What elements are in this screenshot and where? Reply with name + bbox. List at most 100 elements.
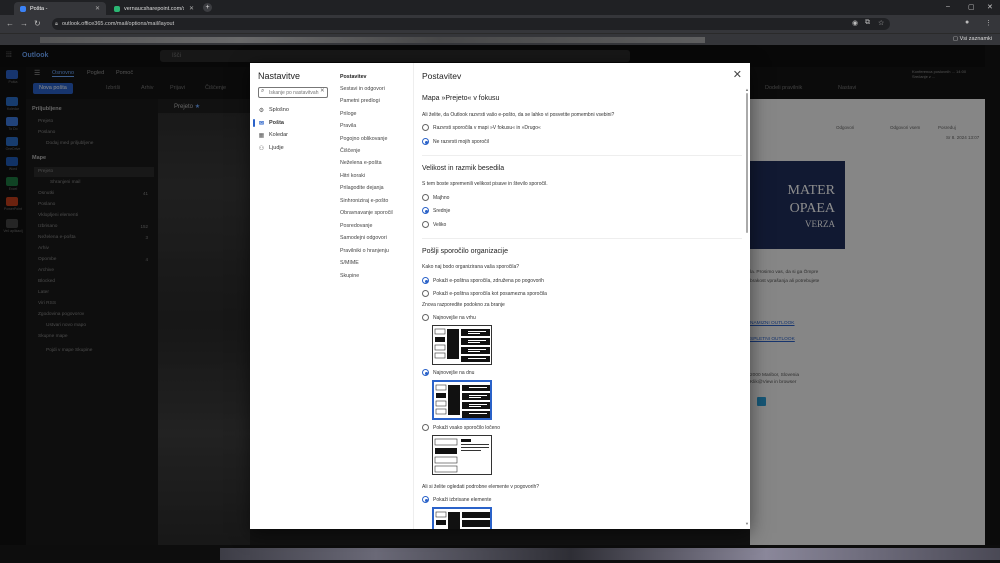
subcategory-retention[interactable]: Pravilniki o hranjenju: [340, 248, 389, 254]
reload-icon[interactable]: ↻: [34, 19, 41, 28]
divider: [422, 238, 742, 239]
newest-top-option[interactable]: Najnovejše na vrhu: [422, 314, 476, 321]
newest-bottom-preview[interactable]: [432, 380, 492, 420]
subcategory-quick-steps[interactable]: Hitri koraki: [340, 173, 365, 179]
conversation-view-option[interactable]: Pokaži e-poštna sporočila, združena po p…: [422, 277, 544, 284]
option-label: Najnovejše na dnu: [433, 369, 475, 376]
radio-button[interactable]: [422, 314, 429, 321]
close-tab-icon[interactable]: ✕: [95, 5, 100, 12]
density-heading: Velikost in razmik besedila: [422, 165, 505, 172]
radio-button[interactable]: [422, 124, 429, 131]
menu-icon[interactable]: ⋮: [985, 19, 992, 27]
subcategory-compose[interactable]: Sestavi in odgovori: [340, 86, 385, 92]
taskbar-blur: [220, 548, 1000, 560]
settings-subcategories: Postavitev Sestavi in odgovori Pametni p…: [332, 63, 414, 529]
subcategory-groups[interactable]: Skupine: [340, 273, 359, 279]
organize-heading: Pošlji sporočilo organizacije: [422, 248, 508, 255]
category-mail[interactable]: ✉ Pošta: [258, 118, 284, 128]
option-label: Pokaži vsako sporočilo ločeno: [433, 424, 500, 431]
category-general[interactable]: ⚙ Splošno: [258, 105, 289, 115]
each-message-preview[interactable]: [432, 435, 492, 475]
mail-icon: ✉: [258, 120, 265, 127]
radio-button[interactable]: [422, 290, 429, 297]
subcategory-rules[interactable]: Pravila: [340, 123, 356, 129]
category-label: Ljudje: [269, 145, 284, 151]
browser-tab-bar: Pošta - ✕ vernaucsharepoint.com/sites/IT…: [0, 0, 1000, 15]
individual-messages-option[interactable]: Pokaži e-poštna sporočila kot posamezna …: [422, 290, 547, 297]
focused-sort-option[interactable]: Razvrsti sporočila v mapi »V fokusu« in …: [422, 124, 541, 131]
option-label: Pokaži e-poštna sporočila kot posamezna …: [433, 290, 547, 297]
sharepoint-favicon-icon: [114, 5, 120, 12]
density-medium-option[interactable]: Srednje: [422, 207, 450, 214]
show-deleted-option[interactable]: Pokaži izbrisane elemente: [422, 496, 491, 503]
option-label: Ne razvrsti mojih sporočil: [433, 138, 489, 145]
radio-button[interactable]: [422, 194, 429, 201]
back-icon[interactable]: ←: [6, 19, 14, 28]
radio-button-selected[interactable]: [422, 138, 429, 145]
option-label: Najnovejše na vrhu: [433, 314, 476, 321]
details-question: Ali si želite ogledati podrobne elemente…: [422, 484, 540, 490]
star-icon[interactable]: ☆: [878, 19, 884, 27]
search-icon: ⌕: [261, 88, 265, 94]
newest-bottom-option[interactable]: Najnovejše na dnu: [422, 369, 474, 376]
radio-button[interactable]: [422, 424, 429, 431]
eye-icon[interactable]: ◉: [852, 19, 858, 27]
subcategory-attachments[interactable]: Priloge: [340, 111, 357, 117]
subcategory-sync[interactable]: Sinhroniziraj e-pošto: [340, 198, 388, 204]
focused-dont-sort-option[interactable]: Ne razvrsti mojih sporočil: [422, 138, 489, 145]
each-message-option[interactable]: Pokaži vsako sporočilo ločeno: [422, 424, 500, 431]
new-tab-button[interactable]: +: [203, 3, 212, 12]
settings-search-input[interactable]: [258, 87, 328, 98]
browser-tab-active[interactable]: Pošta - ✕: [14, 2, 106, 15]
newest-top-preview[interactable]: [432, 325, 492, 365]
minimize-icon[interactable]: –: [946, 3, 950, 10]
subcategory-sweep[interactable]: Čiščenje: [340, 148, 360, 154]
subcategory-smime[interactable]: S/MIME: [340, 260, 359, 266]
url-field[interactable]: 🔒︎ outlook.office365.com/mail/options/ma…: [52, 18, 890, 30]
category-label: Koledar: [269, 132, 288, 138]
subcategory-automatic-replies[interactable]: Samodejni odgovori: [340, 235, 387, 241]
radio-button-selected[interactable]: [422, 496, 429, 503]
subcategory-message-handling[interactable]: Obravnavanje sporočil: [340, 210, 393, 216]
close-icon[interactable]: ✕: [733, 68, 742, 81]
close-tab-icon[interactable]: ✕: [189, 5, 194, 12]
density-small-option[interactable]: Majhno: [422, 194, 449, 201]
subcategory-junk[interactable]: Neželena e-pošta: [340, 160, 382, 166]
density-large-option[interactable]: Veliko: [422, 221, 446, 228]
share-icon[interactable]: ⧉: [865, 19, 870, 27]
category-label: Pošta: [269, 120, 284, 126]
other-bookmarks[interactable]: ▢ Vsi zaznamki: [953, 36, 992, 42]
density-question: S tem boste spremenili velikost pisave i…: [422, 181, 548, 187]
option-label: Majhno: [433, 194, 450, 201]
category-calendar[interactable]: ▦ Koledar: [258, 130, 288, 140]
arrange-label: Znova razporedite podokno za branje: [422, 302, 505, 308]
forward-icon[interactable]: →: [20, 19, 28, 28]
subcategory-customize-actions[interactable]: Prilagodite dejanja: [340, 185, 384, 191]
show-deleted-preview[interactable]: [432, 507, 492, 529]
category-people[interactable]: ⚇ Ljudje: [258, 143, 284, 153]
scroll-up-icon[interactable]: ▲: [745, 87, 749, 92]
subcategory-layout[interactable]: Postavitev: [340, 74, 367, 80]
scroll-down-icon[interactable]: ▼: [745, 521, 749, 526]
url-text: outlook.office365.com/mail/options/mail/…: [62, 21, 175, 27]
divider: [422, 155, 742, 156]
clear-search-icon[interactable]: ✕: [320, 88, 325, 94]
radio-button-selected[interactable]: [422, 207, 429, 214]
people-icon: ⚇: [258, 145, 265, 152]
profile-icon[interactable]: ●: [965, 19, 969, 26]
organize-question: Kako naj bodo organizirana vaša sporočil…: [422, 264, 520, 270]
subcategory-forwarding[interactable]: Posredovanje: [340, 223, 372, 229]
maximize-icon[interactable]: ▢: [968, 3, 975, 11]
radio-button-selected[interactable]: [422, 277, 429, 284]
subcategory-smart-suggestions[interactable]: Pametni predlogi: [340, 98, 380, 104]
radio-button-selected[interactable]: [422, 369, 429, 376]
browser-tab[interactable]: vernaucsharepoint.com/sites/IT/... ✕: [108, 2, 200, 15]
scrollbar-thumb[interactable]: [746, 93, 748, 233]
option-label: Pokaži e-poštna sporočila, združena po p…: [433, 277, 544, 284]
radio-button[interactable]: [422, 221, 429, 228]
calendar-icon: ▦: [258, 132, 265, 139]
close-window-icon[interactable]: ✕: [987, 3, 993, 11]
subcategory-conditional-formatting[interactable]: Pogojno oblikovanje: [340, 136, 387, 142]
bookmarks-blurred: [40, 37, 705, 43]
bookmarks-bar: ▢ Vsi zaznamki: [0, 33, 1000, 45]
